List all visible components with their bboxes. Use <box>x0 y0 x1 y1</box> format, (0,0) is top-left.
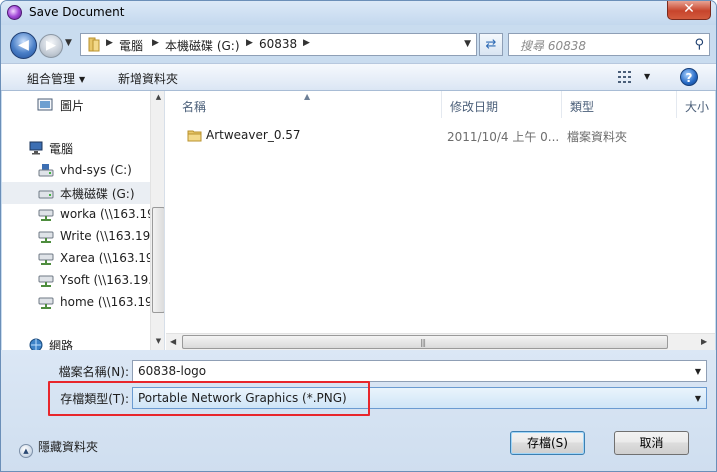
hide-folders-toggle[interactable]: ▲ 隱藏資料夾 <box>19 438 98 458</box>
close-button[interactable]: ✕ <box>667 1 711 20</box>
column-header-date[interactable]: 修改日期 <box>442 91 562 118</box>
breadcrumb-separator-icon[interactable]: ▶ <box>303 38 310 48</box>
file-name: Artweaver_0.57 <box>206 128 301 142</box>
grip-icon: ||| <box>420 338 426 347</box>
navigation-bar: ◀ ▶ ▼ ▶ 電腦 ▶ 本機磁碟 (G:) ▶ 60838 ▶ ▼ ⇄ 搜尋 … <box>1 25 716 63</box>
network-drive-icon <box>38 209 54 221</box>
sidebar-scrollbar[interactable]: ▲ ▼ <box>150 91 164 350</box>
sidebar-item-label: 網路 <box>49 339 74 350</box>
sidebar-item-label: home (\\163.19 <box>60 295 150 309</box>
search-icon[interactable]: ⚲ <box>694 37 704 52</box>
recent-pages-dropdown[interactable]: ▼ <box>65 38 72 48</box>
organize-label: 組合管理 <box>27 72 76 86</box>
browser-pane: 圖片 電腦 vhd-sys (C:) 本機磁碟 (G:) worka (\\16… <box>2 91 715 350</box>
filename-label: 檔案名稱(N): <box>58 365 129 379</box>
sidebar-item-write[interactable]: Write (\\163.19. <box>2 226 150 248</box>
sidebar-item-worka[interactable]: worka (\\163.19 <box>2 204 150 226</box>
file-modified: 2011/10/4 上午 0... <box>447 130 560 144</box>
address-bar[interactable]: ▶ 電腦 ▶ 本機磁碟 (G:) ▶ 60838 ▶ ▼ <box>80 33 477 56</box>
sidebar-item-xarea[interactable]: Xarea (\\163.19 <box>2 248 150 270</box>
view-dropdown-icon[interactable]: ▼ <box>644 72 650 81</box>
search-box[interactable]: 搜尋 60838 ⚲ <box>508 33 710 56</box>
window-title: Save Document <box>29 5 125 19</box>
drive-icon <box>38 164 54 177</box>
organize-menu[interactable]: 組合管理 ▼ <box>27 70 85 87</box>
sidebar-item-label: Xarea (\\163.19 <box>60 251 150 265</box>
save-options: 檔案名稱(N): ▼ 存檔類型(T): Portable Network Gra… <box>1 350 716 471</box>
column-header-name[interactable]: 名稱 <box>174 91 442 118</box>
new-folder-button[interactable]: 新增資料夾 <box>118 70 178 87</box>
sidebar-item-home[interactable]: home (\\163.19 <box>2 292 150 314</box>
search-input[interactable]: 搜尋 60838 <box>520 37 586 54</box>
drive-icon <box>38 190 54 199</box>
cancel-button[interactable]: 取消 <box>614 431 689 455</box>
scrollbar-thumb[interactable] <box>152 207 164 313</box>
folder-icon <box>187 130 202 142</box>
scrollbar-thumb[interactable]: ||| <box>182 335 668 349</box>
sidebar-item-ysoft[interactable]: Ysoft (\\163.19.3 <box>2 270 150 292</box>
hide-folders-label: 隱藏資料夾 <box>38 440 99 454</box>
forward-button[interactable]: ▶ <box>39 34 63 58</box>
network-drive-icon <box>38 275 54 287</box>
title-bar: Save Document ✕ <box>1 1 716 25</box>
sidebar-item-label: Ysoft (\\163.19.3 <box>60 273 150 287</box>
save-dialog: Save Document ✕ ◀ ▶ ▼ ▶ 電腦 ▶ 本機磁碟 (G:) ▶… <box>0 0 717 472</box>
sidebar-item-label: Write (\\163.19. <box>60 229 150 243</box>
chevron-down-icon[interactable]: ▼ <box>695 367 701 376</box>
sidebar-item-label: vhd-sys (C:) <box>60 163 132 177</box>
breadcrumb-separator-icon[interactable]: ▶ <box>152 38 159 48</box>
refresh-button[interactable]: ⇄ <box>479 33 503 56</box>
column-header-type[interactable]: 類型 <box>562 91 677 118</box>
address-dropdown-icon[interactable]: ▼ <box>464 39 471 49</box>
column-header-size[interactable]: 大小 <box>677 91 715 118</box>
breadcrumb-computer[interactable]: 電腦 <box>119 37 143 54</box>
annotation-highlight-box <box>48 381 370 416</box>
scroll-up-icon[interactable]: ▲ <box>153 93 164 105</box>
command-bar: 組合管理 ▼ 新增資料夾 ▼ ? <box>1 63 716 91</box>
filename-field[interactable]: ▼ <box>132 360 707 382</box>
breadcrumb-drive[interactable]: 本機磁碟 (G:) <box>165 37 240 54</box>
sidebar-item-vhd-sys[interactable]: vhd-sys (C:) <box>2 160 150 182</box>
breadcrumb-separator-icon[interactable]: ▶ <box>246 38 253 48</box>
sidebar-item-drive-g[interactable]: 本機磁碟 (G:) <box>2 182 150 204</box>
navigation-pane: 圖片 電腦 vhd-sys (C:) 本機磁碟 (G:) worka (\\16… <box>2 91 165 350</box>
scroll-left-icon[interactable]: ◀ <box>170 337 176 346</box>
file-row[interactable]: Artweaver_0.57 2011/10/4 上午 0... 檔案資料夾 <box>166 125 715 147</box>
breadcrumb-separator-icon[interactable]: ▶ <box>106 38 113 48</box>
file-type: 檔案資料夾 <box>567 130 628 144</box>
chevron-up-icon: ▲ <box>19 444 33 458</box>
chevron-down-icon[interactable]: ▼ <box>695 394 701 403</box>
horizontal-scrollbar[interactable]: ◀ ||| ▶ <box>166 333 715 350</box>
breadcrumb-folder[interactable]: 60838 <box>259 37 297 51</box>
sidebar-item-computer[interactable]: 電腦 <box>2 137 150 159</box>
file-list: ▲ 名稱 修改日期 類型 大小 Artweaver_0.57 2011/10/4… <box>166 91 715 350</box>
save-button[interactable]: 存檔(S) <box>510 431 585 455</box>
sidebar-item-label: 本機磁碟 (G:) <box>60 187 135 201</box>
sidebar-item-label: 電腦 <box>49 142 74 156</box>
app-icon <box>7 5 22 20</box>
network-drive-icon <box>38 231 54 243</box>
network-icon <box>29 338 43 350</box>
help-icon[interactable]: ? <box>680 68 698 86</box>
computer-icon <box>29 141 43 155</box>
network-drive-icon <box>38 253 54 265</box>
scroll-down-icon[interactable]: ▼ <box>153 337 164 349</box>
chevron-down-icon: ▼ <box>79 75 86 84</box>
back-button[interactable]: ◀ <box>10 32 37 59</box>
sidebar-item-network[interactable]: 網路 <box>2 334 150 350</box>
sidebar-item-label: worka (\\163.19 <box>60 207 150 221</box>
network-drive-icon <box>38 297 54 309</box>
filename-input[interactable] <box>133 361 688 381</box>
sidebar-item-label: 圖片 <box>60 99 85 113</box>
view-options-icon[interactable] <box>618 70 634 84</box>
folder-icon <box>88 37 100 52</box>
sidebar-item-pictures[interactable]: 圖片 <box>2 94 150 116</box>
pictures-icon <box>37 98 53 111</box>
scroll-right-icon[interactable]: ▶ <box>701 337 707 346</box>
